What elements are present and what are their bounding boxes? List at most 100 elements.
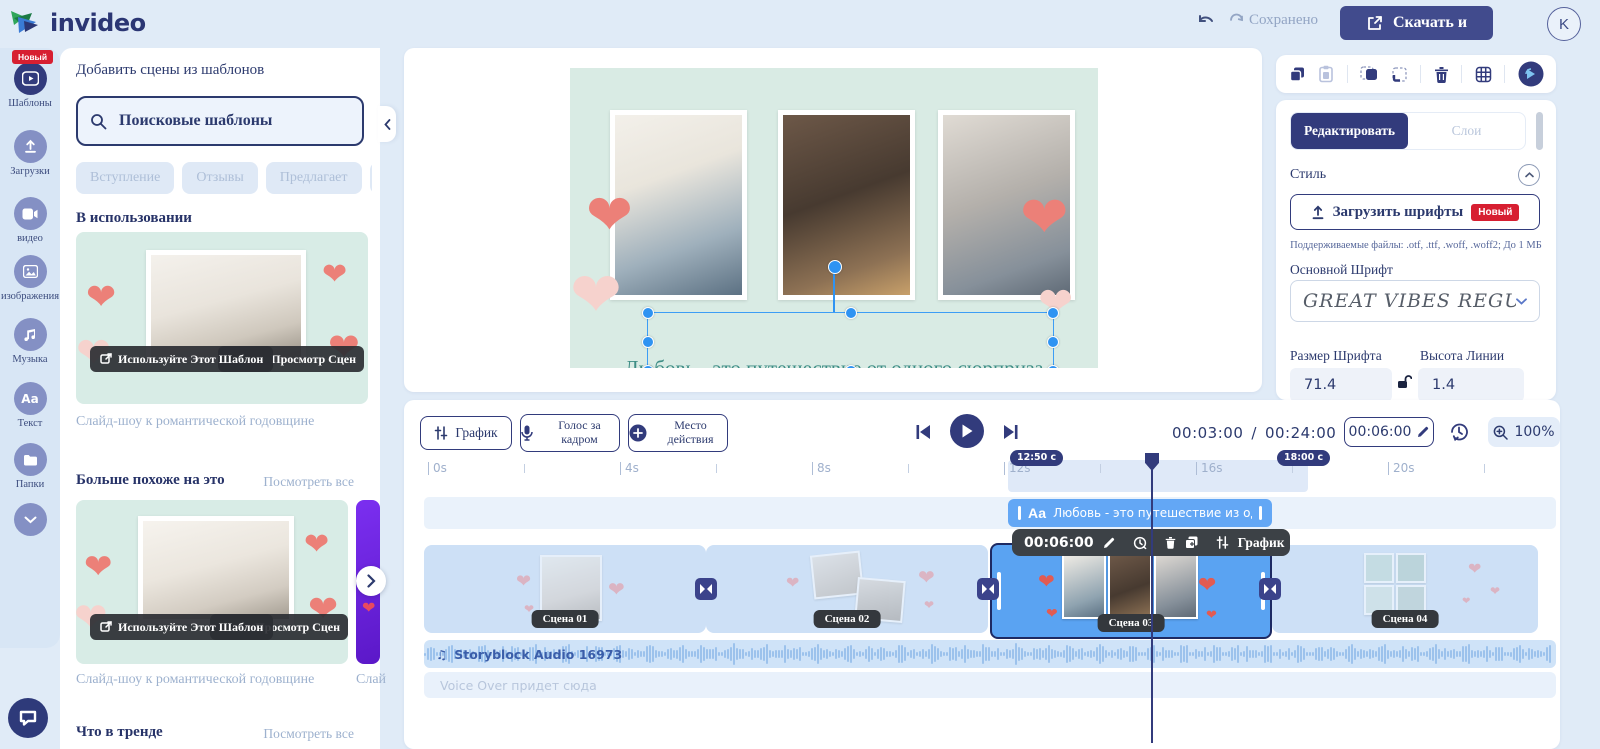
- scene-duration-input[interactable]: 00:06:00: [1344, 417, 1434, 447]
- section-trending: Что в тренде: [76, 724, 163, 740]
- selection-handle[interactable]: [642, 365, 654, 368]
- transition-button[interactable]: [977, 578, 999, 600]
- use-template-button[interactable]: Используйте Этот Шаблон: [90, 614, 274, 640]
- pencil-icon[interactable]: [1103, 537, 1115, 549]
- sidebar-item-templates[interactable]: Новый Шаблоны: [0, 50, 60, 109]
- template-card-in-use[interactable]: ❤ ❤ ❤ ❤ Просмотр Сцен Используйте Этот Ш…: [76, 232, 368, 404]
- view-all-trending[interactable]: Посмотреть все: [263, 726, 354, 742]
- templates-panel: Добавить сцены из шаблонов Вступление От…: [60, 48, 386, 749]
- heart-icon: ❤: [362, 598, 376, 617]
- text-clip[interactable]: Аа Любовь - это путешествие из одног...: [1008, 499, 1272, 527]
- sidebar-more[interactable]: [0, 503, 60, 536]
- template-photo: [128, 506, 304, 634]
- tab-edit[interactable]: Редактировать: [1291, 113, 1408, 149]
- timeline-ruler-ticks[interactable]: 0s 4s 8s 12s 16s 20s: [404, 450, 1560, 490]
- selection-handle[interactable]: [642, 307, 654, 319]
- location-button[interactable]: Место действия: [628, 414, 728, 452]
- sidebar-item-uploads[interactable]: Загрузки: [0, 130, 60, 177]
- scene-clip-3[interactable]: ❤ ❤ ❤ ❤ Сцена 03: [990, 543, 1272, 639]
- timer-icon[interactable]: [1133, 536, 1147, 550]
- graph-button[interactable]: График: [420, 416, 512, 450]
- sliders-icon[interactable]: [1216, 536, 1229, 549]
- selection-handle[interactable]: [1047, 307, 1059, 319]
- sidebar-item-text[interactable]: Aa Текст: [0, 382, 60, 429]
- selection-handle[interactable]: [845, 307, 857, 319]
- playhead[interactable]: [1151, 455, 1153, 743]
- text-selection-box[interactable]: [642, 307, 1059, 368]
- line-height-input[interactable]: 1.4: [1418, 368, 1524, 402]
- chip-reviews[interactable]: Отзывы: [182, 162, 258, 194]
- template-card-similar[interactable]: ❤ ❤ ❤ ❤ Просмотр Сцен Используйте Этот Ш…: [76, 500, 348, 664]
- clip-left-handle[interactable]: [1018, 506, 1021, 520]
- heart-icon: ❤: [608, 577, 625, 601]
- skip-back-button[interactable]: [914, 424, 932, 440]
- slide-photo-2[interactable]: [768, 100, 925, 310]
- font-size-input[interactable]: 71.4: [1290, 368, 1392, 402]
- selection-handle[interactable]: [845, 365, 857, 368]
- crop-icon[interactable]: [1391, 66, 1408, 83]
- save-status-label: Сохранено: [1249, 12, 1319, 28]
- panel-scrollbar[interactable]: [1536, 112, 1543, 150]
- scene-clip-2[interactable]: ❤ ❤ ❤ Сцена 02: [706, 545, 988, 633]
- search-input[interactable]: [117, 111, 350, 131]
- rotate-handle[interactable]: [828, 260, 842, 274]
- chip-intro[interactable]: Вступление: [76, 162, 175, 194]
- scene-clip-1[interactable]: ❤ ❤ ❤ Сцена 01: [424, 545, 706, 633]
- skip-forward-button[interactable]: [1002, 424, 1020, 440]
- tab-layers[interactable]: Слои: [1408, 113, 1525, 149]
- heart-icon: ❤: [86, 277, 117, 318]
- image-icon: [13, 255, 47, 288]
- copy-icon[interactable]: [1289, 66, 1306, 83]
- history-icon[interactable]: [1448, 421, 1470, 443]
- use-template-button[interactable]: Используйте Этот Шаблон: [90, 346, 274, 372]
- panel-collapse-button[interactable]: [378, 106, 396, 142]
- microphone-icon: [521, 425, 533, 441]
- font-family-select[interactable]: GREAT VIBES REGU: [1290, 280, 1540, 322]
- scene-end-marker: 18:00 с: [1277, 450, 1331, 466]
- preview-area: ❤ ❤ ❤ ❤ Любовь - это путешествие от одно…: [404, 48, 1262, 392]
- text-track-lane: [424, 497, 1556, 529]
- lock-icon[interactable]: [1396, 374, 1412, 390]
- clip-right-handle[interactable]: [1259, 506, 1262, 520]
- paste-icon[interactable]: [1318, 65, 1334, 83]
- play-button[interactable]: [950, 414, 984, 448]
- delete-icon[interactable]: [1434, 66, 1449, 83]
- divider: [1461, 65, 1462, 83]
- sidebar-item-video[interactable]: видео: [0, 197, 60, 244]
- audio-track[interactable]: ♫ Storyblock Audio 16973: [424, 640, 1556, 668]
- zoom-control[interactable]: 100%: [1488, 417, 1560, 447]
- carousel-next-button[interactable]: [356, 566, 386, 596]
- mask-icon[interactable]: [1360, 66, 1378, 82]
- delete-icon[interactable]: [1165, 536, 1176, 549]
- grid-icon[interactable]: [1475, 66, 1492, 83]
- download-button[interactable]: Скачать и: [1340, 6, 1494, 40]
- voiceover-track[interactable]: Voice Over придет сюда: [424, 672, 1556, 698]
- upload-fonts-button[interactable]: Загрузить шрифты Новый: [1290, 194, 1540, 230]
- transition-button[interactable]: [1259, 578, 1281, 600]
- sidebar-item-folders[interactable]: Папки: [0, 443, 60, 490]
- heart-icon: ❤: [586, 183, 633, 248]
- sidebar-item-images[interactable]: изображения: [0, 255, 60, 302]
- support-chat-button[interactable]: [8, 698, 48, 738]
- chip-slides[interactable]: Слай: [369, 162, 372, 194]
- view-all-similar[interactable]: Посмотреть все: [263, 474, 354, 490]
- collapse-style-button[interactable]: [1518, 164, 1540, 186]
- use-template-icon: [100, 621, 112, 633]
- video-canvas[interactable]: ❤ ❤ ❤ ❤ Любовь - это путешествие от одно…: [570, 68, 1098, 368]
- upload-icon: [1311, 205, 1325, 220]
- clip-graph-label[interactable]: График: [1238, 535, 1285, 551]
- invideo-logo[interactable]: invideo: [10, 8, 146, 38]
- template-search[interactable]: [76, 96, 364, 146]
- animate-icon[interactable]: [1518, 61, 1544, 87]
- transition-button[interactable]: [695, 578, 717, 600]
- avatar[interactable]: K: [1547, 7, 1581, 41]
- duplicate-icon[interactable]: [1184, 536, 1198, 549]
- save-status: Сохранено: [1228, 12, 1318, 29]
- scene-clip-4[interactable]: ❤ ❤ ❤ Сцена 04: [1272, 545, 1538, 633]
- selection-handle[interactable]: [642, 336, 654, 348]
- selection-handle[interactable]: [1047, 336, 1059, 348]
- sidebar-item-music[interactable]: Музыка: [0, 318, 60, 365]
- voiceover-button[interactable]: Голос за кадром: [520, 414, 620, 452]
- chip-offers[interactable]: Предлагает: [265, 162, 362, 194]
- undo-icon[interactable]: [1196, 12, 1216, 30]
